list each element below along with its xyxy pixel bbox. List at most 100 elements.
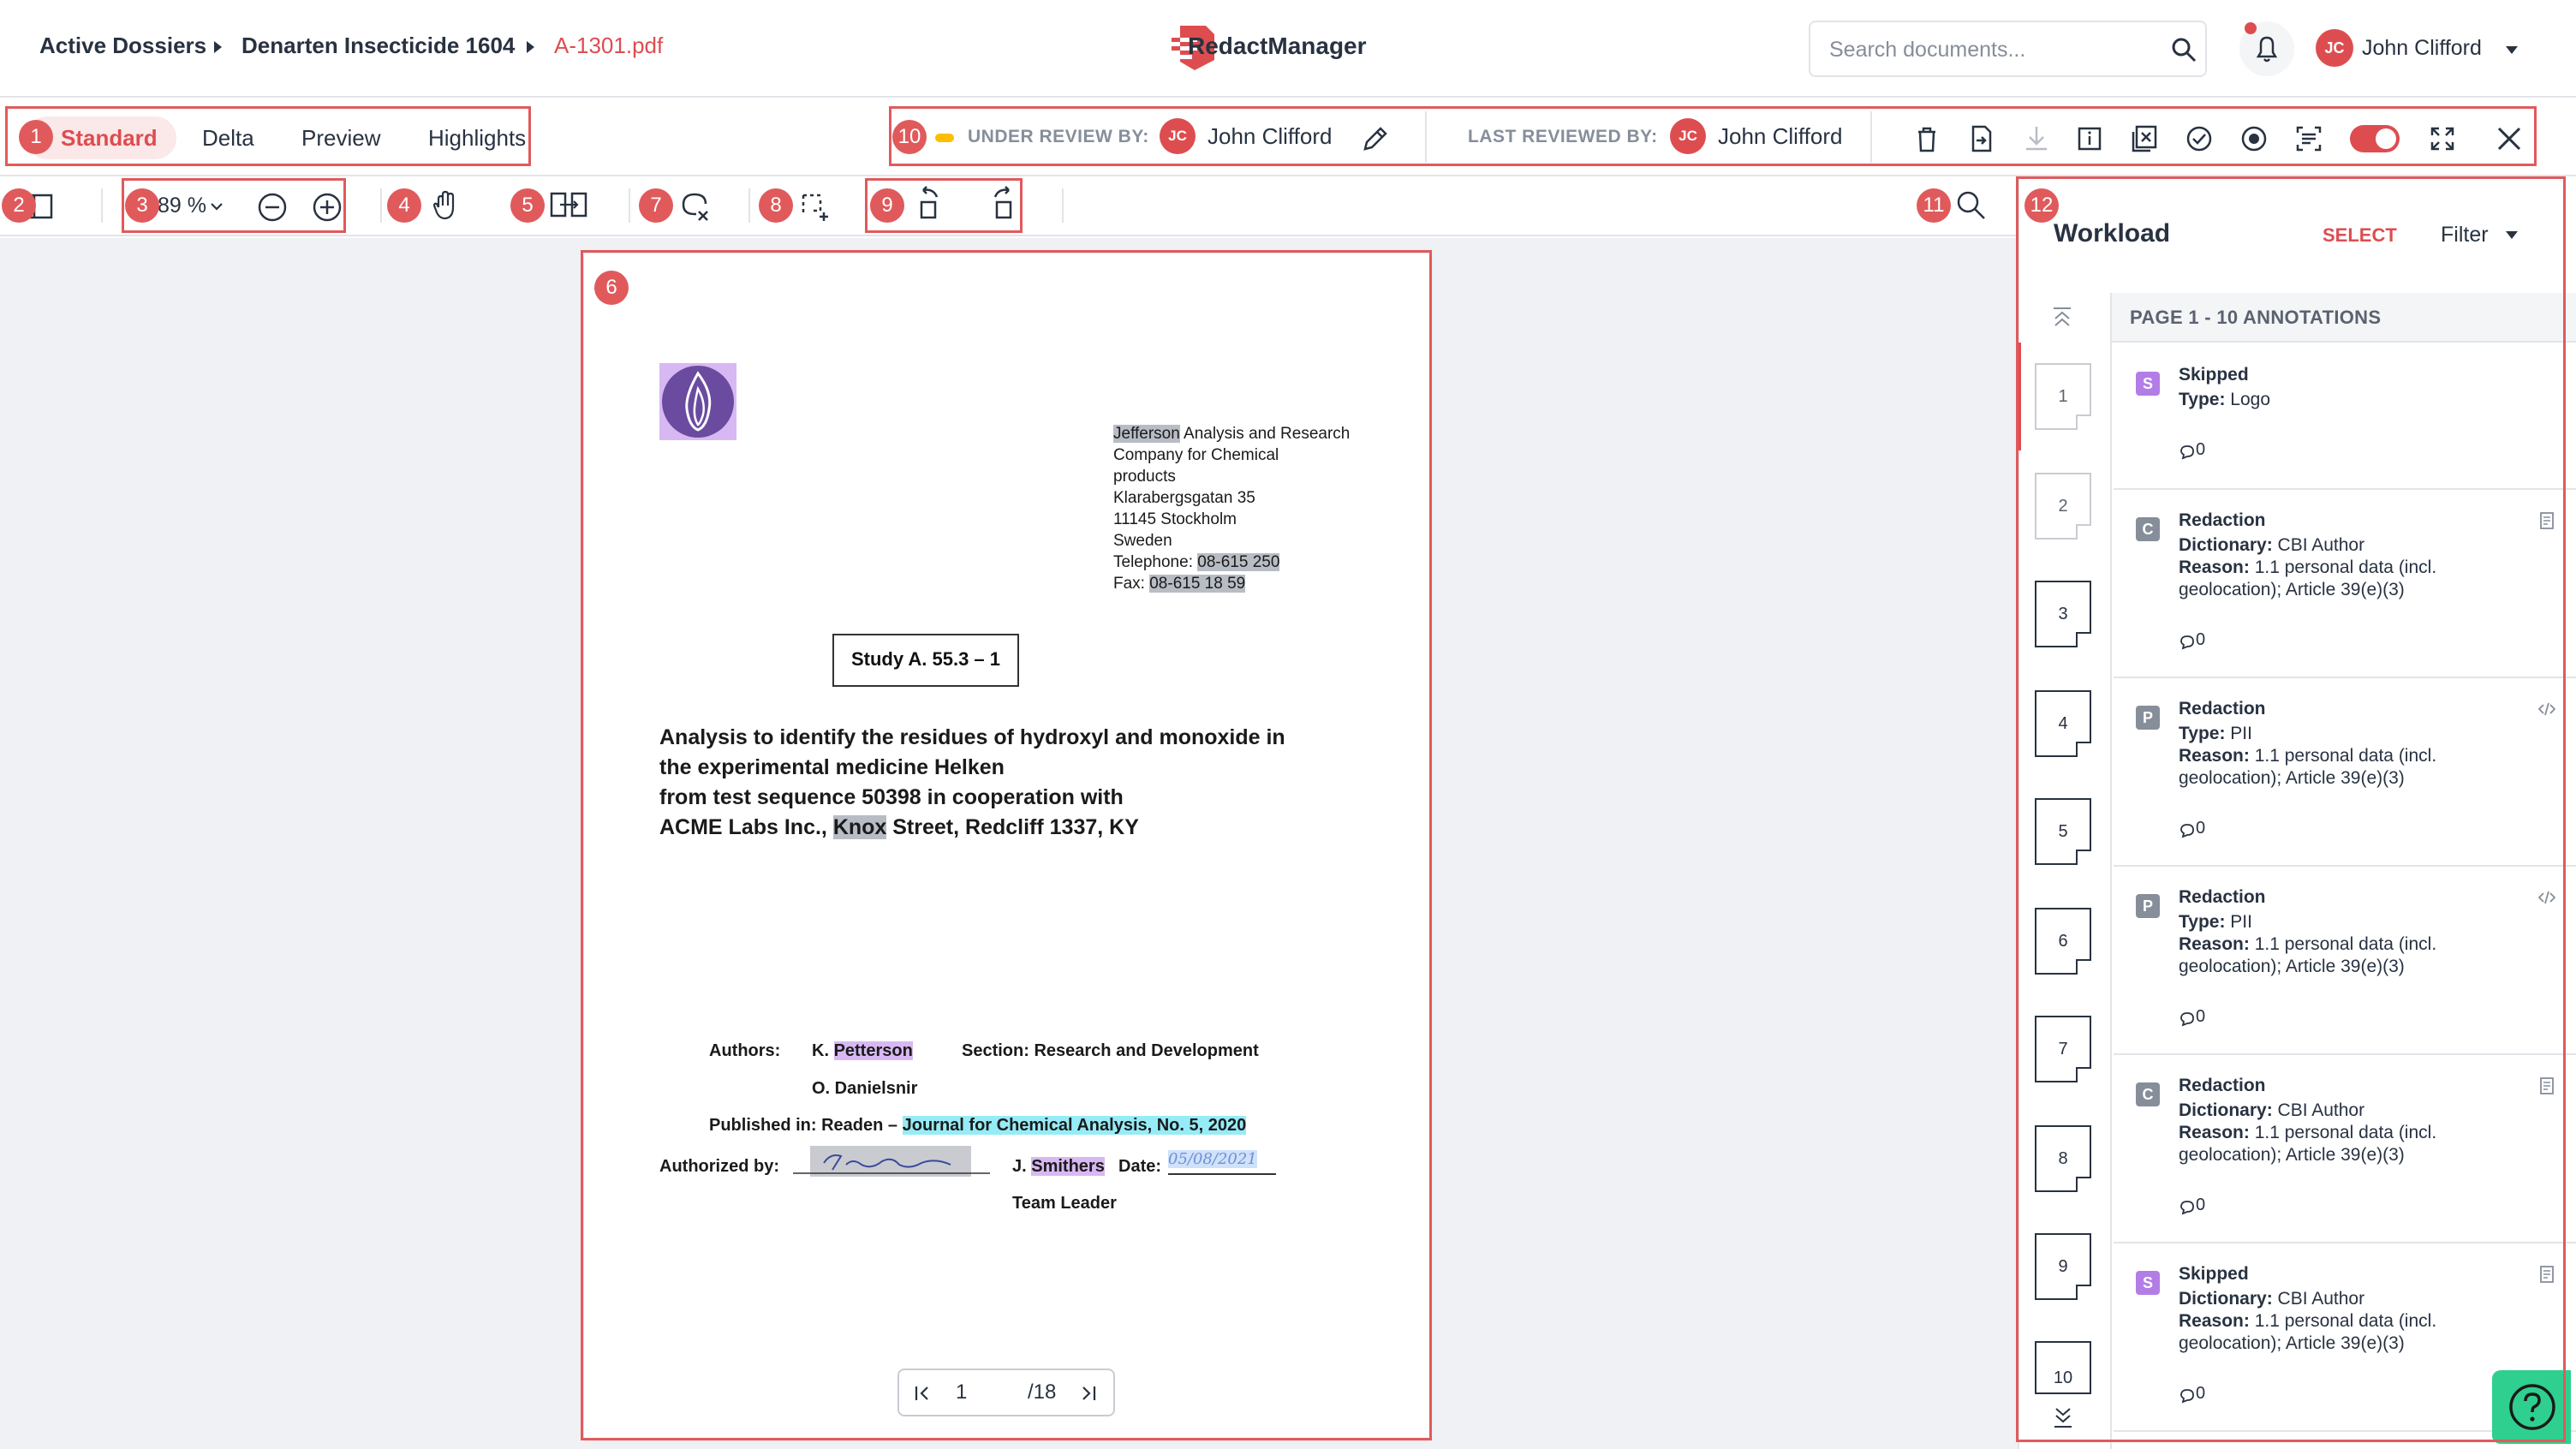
- toggle-sidebar-icon[interactable]: [22, 188, 57, 223]
- redacted-fax[interactable]: 08-615 18 59: [1149, 575, 1246, 593]
- exclude-pages-icon[interactable]: [2127, 122, 2162, 156]
- zoom-level[interactable]: 89 %: [158, 194, 206, 218]
- search-input[interactable]: [1829, 34, 2155, 65]
- redacted-company[interactable]: Jefferson: [1113, 425, 1180, 443]
- notifications-bell-icon[interactable]: [2239, 21, 2295, 77]
- comment-icon[interactable]: [2179, 1387, 2196, 1404]
- record-icon[interactable]: [2237, 122, 2271, 156]
- close-icon[interactable]: [2492, 122, 2526, 156]
- zoom-dropdown-chevron-icon[interactable]: [209, 200, 224, 212]
- page-thumbnail[interactable]: 2: [2035, 473, 2091, 540]
- current-page-input[interactable]: 1: [956, 1380, 967, 1404]
- breadcrumb-file[interactable]: A-1301.pdf: [554, 33, 663, 59]
- select-button[interactable]: SELECT: [2323, 224, 2397, 247]
- breadcrumb-dossier[interactable]: Denarten Insecticide 1604: [242, 33, 515, 59]
- comment-icon[interactable]: [2179, 1011, 2196, 1028]
- delete-icon[interactable]: [1910, 122, 1944, 156]
- comment-icon[interactable]: [2179, 1199, 2196, 1216]
- download-file-icon[interactable]: [1965, 122, 1999, 156]
- fullscreen-icon[interactable]: [2425, 122, 2460, 156]
- tab-standard[interactable]: Standard: [61, 125, 158, 152]
- date-value[interactable]: 05/08/2021: [1168, 1150, 1257, 1168]
- rotate-left-icon[interactable]: [913, 185, 947, 219]
- telephone-label: Telephone:: [1113, 553, 1198, 571]
- search-box[interactable]: [1809, 21, 2207, 77]
- breadcrumb-active-dossiers[interactable]: Active Dossiers: [39, 33, 206, 59]
- dictionary-icon[interactable]: [2537, 510, 2557, 531]
- compare-pages-icon[interactable]: [548, 188, 589, 223]
- redaction-preview-toggle[interactable]: [2350, 125, 2400, 152]
- annotation-card[interactable]: P Redaction Type: PII Reason: 1.1 personal …: [2114, 678, 2576, 867]
- document-info-icon[interactable]: [2072, 122, 2107, 156]
- divider: [1870, 111, 1872, 163]
- help-button[interactable]: [2492, 1370, 2571, 1444]
- filter-button[interactable]: Filter: [2441, 223, 2489, 247]
- annotation-card[interactable]: P Redaction Type: PII Reason: 1.1 personal …: [2114, 867, 2576, 1055]
- signature-image[interactable]: [793, 1144, 990, 1180]
- page-thumbnail[interactable]: 6: [2035, 908, 2091, 975]
- annotation-reason-cont: geolocation); Article 39(e)(3): [2179, 768, 2405, 788]
- handwritten-date[interactable]: 05/08/2021: [1168, 1150, 1257, 1168]
- tab-delta[interactable]: Delta: [202, 125, 254, 152]
- title-text: Street, Redcliff 1337, KY: [886, 815, 1139, 839]
- first-page-icon[interactable]: [913, 1384, 933, 1403]
- pan-hand-icon[interactable]: [428, 188, 462, 223]
- ocr-scan-icon[interactable]: [2292, 122, 2326, 156]
- published-journal[interactable]: Journal for Chemical Analysis, No. 5, 20…: [902, 1116, 1247, 1135]
- edit-reviewer-pencil-icon[interactable]: [1358, 122, 1392, 156]
- comment-icon[interactable]: [2179, 822, 2196, 839]
- search-icon[interactable]: [2170, 36, 2197, 63]
- last-reviewer-name: John Clifford: [1718, 123, 1843, 149]
- status-dot: [935, 134, 954, 142]
- published-line: Published in: Readen – Journal for Chemi…: [709, 1116, 1247, 1136]
- redacted-signer[interactable]: Smithers: [1031, 1157, 1105, 1176]
- annotation-card[interactable]: S Skipped Type: Logo 0: [2114, 344, 2576, 490]
- page-thumbnail[interactable]: 7: [2035, 1016, 2091, 1082]
- reviewer-name[interactable]: John Clifford: [1208, 123, 1333, 150]
- comment-icon[interactable]: [2179, 444, 2196, 461]
- annotation-detail: Dictionary: CBI Author: [2179, 1100, 2365, 1120]
- page-thumbnail[interactable]: 8: [2035, 1125, 2091, 1192]
- comment-icon[interactable]: [2179, 634, 2196, 651]
- approve-check-icon[interactable]: [2182, 122, 2216, 156]
- rule-code-icon[interactable]: [2537, 699, 2557, 719]
- divider: [1425, 111, 1427, 163]
- filter-chevron-icon[interactable]: [2506, 231, 2518, 239]
- address-line: 11145 Stockholm: [1113, 510, 1237, 528]
- scroll-top-icon[interactable]: [2048, 303, 2076, 331]
- annotation-type-badge: P: [2136, 894, 2160, 918]
- team-leader-label: Team Leader: [1012, 1194, 1117, 1213]
- page-thumbnail[interactable]: 10: [2035, 1341, 2091, 1394]
- page-thumbnail[interactable]: 5: [2035, 798, 2091, 865]
- tab-preview[interactable]: Preview: [301, 125, 380, 152]
- reject-annotation-icon[interactable]: [678, 190, 713, 224]
- user-avatar[interactable]: JC: [2316, 29, 2353, 67]
- comment-count: 0: [2196, 1007, 2206, 1026]
- redacted-telephone[interactable]: 08-615 250: [1197, 553, 1280, 571]
- redacted-author[interactable]: Petterson: [833, 1041, 913, 1060]
- divider: [629, 188, 630, 223]
- annotation-card[interactable]: C Redaction Dictionary: CBI Author Reason: …: [2114, 490, 2576, 678]
- rule-code-icon[interactable]: [2537, 887, 2557, 908]
- document-search-icon[interactable]: [1954, 188, 1989, 223]
- page-thumbnail[interactable]: 1: [2035, 363, 2091, 430]
- user-menu-chevron-icon[interactable]: [2506, 46, 2518, 54]
- zoom-in-icon[interactable]: [310, 190, 344, 224]
- last-page-icon[interactable]: [1077, 1384, 1098, 1403]
- page-thumbnail[interactable]: 4: [2035, 690, 2091, 757]
- tab-highlights[interactable]: Highlights: [428, 125, 526, 152]
- annotation-reason-cont: geolocation); Article 39(e)(3): [2179, 1333, 2405, 1353]
- rotate-right-icon[interactable]: [985, 185, 1019, 219]
- annotation-card[interactable]: C Redaction Dictionary: CBI Author Reason: …: [2114, 1055, 2576, 1243]
- dictionary-icon[interactable]: [2537, 1264, 2557, 1285]
- user-name[interactable]: John Clifford: [2362, 36, 2482, 61]
- redacted-street[interactable]: Knox: [832, 815, 887, 839]
- page-thumbnail[interactable]: 9: [2035, 1233, 2091, 1300]
- page-thumbnail[interactable]: 3: [2035, 581, 2091, 647]
- scroll-bottom-icon[interactable]: [2050, 1404, 2076, 1430]
- help-icon[interactable]: [2507, 1382, 2557, 1432]
- zoom-out-icon[interactable]: [255, 190, 289, 224]
- study-box: Study A. 55.3 – 1: [832, 634, 1019, 687]
- dictionary-icon[interactable]: [2537, 1076, 2557, 1096]
- area-select-icon[interactable]: [798, 188, 832, 223]
